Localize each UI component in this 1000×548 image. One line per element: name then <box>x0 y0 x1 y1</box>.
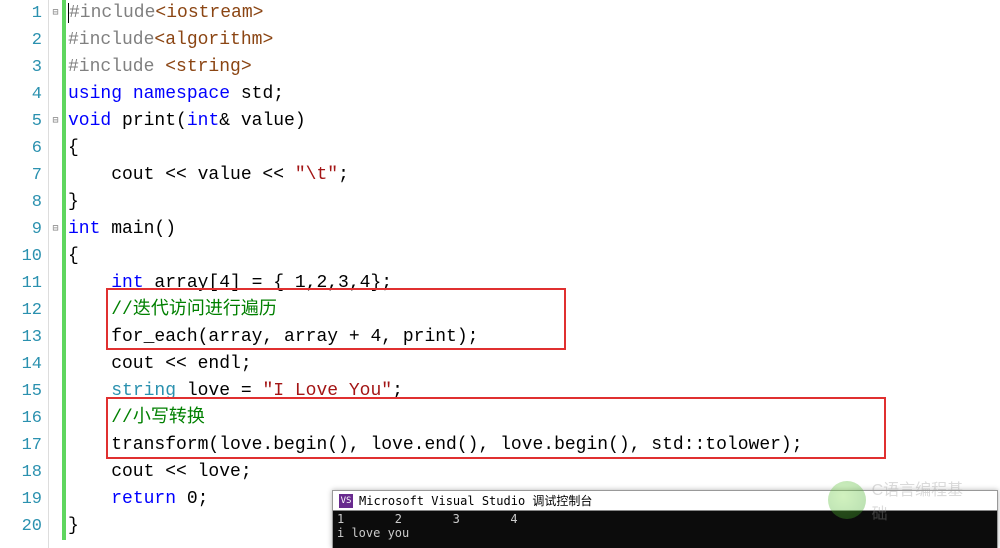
code-editor[interactable]: 1 2 3 4 5 6 7 8 9 10 11 12 13 14 15 16 1… <box>0 0 1000 548</box>
fold-toggle[interactable]: ⊟ <box>49 0 62 27</box>
line-number: 11 <box>0 270 42 297</box>
code-line[interactable]: cout << love; <box>68 459 1000 486</box>
code-line[interactable]: for_each(array, array + 4, print); <box>68 324 1000 351</box>
line-number: 20 <box>0 513 42 540</box>
line-number: 16 <box>0 405 42 432</box>
fold-toggle[interactable]: ⊟ <box>49 216 62 243</box>
code-line[interactable]: int array[4] = { 1,2,3,4}; <box>68 270 1000 297</box>
line-number: 5 <box>0 108 42 135</box>
code-line[interactable]: //迭代访问进行遍历 <box>68 297 1000 324</box>
code-line[interactable]: } <box>68 189 1000 216</box>
line-number: 19 <box>0 486 42 513</box>
code-line[interactable]: transform(love.begin(), love.end(), love… <box>68 432 1000 459</box>
visual-studio-icon: VS <box>339 494 353 508</box>
line-number: 17 <box>0 432 42 459</box>
line-number: 4 <box>0 81 42 108</box>
code-line[interactable]: cout << endl; <box>68 351 1000 378</box>
code-line[interactable]: { <box>68 243 1000 270</box>
line-number: 7 <box>0 162 42 189</box>
code-line[interactable]: int main() <box>68 216 1000 243</box>
line-number: 3 <box>0 54 42 81</box>
debug-console-window[interactable]: VS Microsoft Visual Studio 调试控制台 1 2 3 4… <box>332 490 998 548</box>
code-line[interactable]: #include<iostream> <box>68 0 1000 27</box>
code-line[interactable]: string love = "I Love You"; <box>68 378 1000 405</box>
fold-column[interactable]: ⊟ ⊟ ⊟ <box>48 0 62 548</box>
line-number: 8 <box>0 189 42 216</box>
code-area[interactable]: #include<iostream> #include<algorithm> #… <box>66 0 1000 548</box>
line-number: 10 <box>0 243 42 270</box>
line-number: 9 <box>0 216 42 243</box>
code-line[interactable]: cout << value << "\t"; <box>68 162 1000 189</box>
console-title-text: Microsoft Visual Studio 调试控制台 <box>359 491 592 511</box>
code-line[interactable]: void print(int& value) <box>68 108 1000 135</box>
line-number: 6 <box>0 135 42 162</box>
line-number: 12 <box>0 297 42 324</box>
console-output: 1 2 3 4 i love you <box>333 511 997 548</box>
line-number: 1 <box>0 0 42 27</box>
fold-toggle[interactable]: ⊟ <box>49 108 62 135</box>
code-line[interactable]: #include<algorithm> <box>68 27 1000 54</box>
line-number: 14 <box>0 351 42 378</box>
console-titlebar[interactable]: VS Microsoft Visual Studio 调试控制台 <box>333 491 997 511</box>
code-line[interactable]: using namespace std; <box>68 81 1000 108</box>
code-line[interactable]: //小写转换 <box>68 405 1000 432</box>
line-number: 2 <box>0 27 42 54</box>
line-number: 18 <box>0 459 42 486</box>
line-number: 13 <box>0 324 42 351</box>
line-number: 15 <box>0 378 42 405</box>
code-line[interactable]: #include <string> <box>68 54 1000 81</box>
line-number-gutter: 1 2 3 4 5 6 7 8 9 10 11 12 13 14 15 16 1… <box>0 0 48 548</box>
code-line[interactable]: { <box>68 135 1000 162</box>
